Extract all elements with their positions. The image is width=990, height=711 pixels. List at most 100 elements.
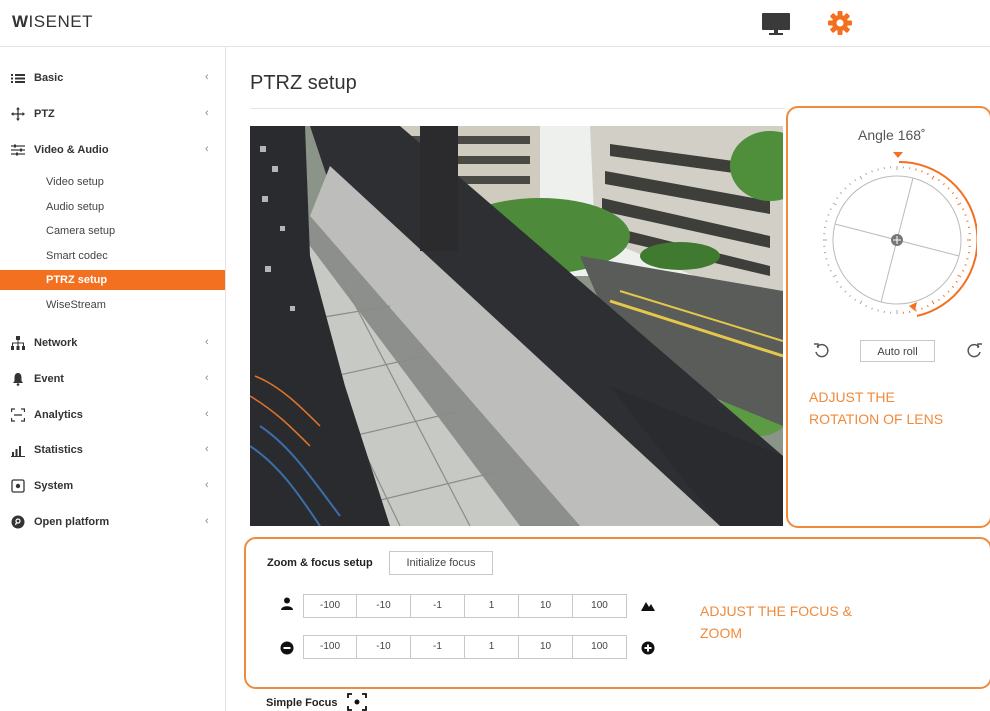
zoom-step-row: -100 -10 -1 1 10 100 (303, 594, 627, 618)
sub-item-camera-setup[interactable]: Camera setup (0, 221, 225, 241)
sidebar-item-basic[interactable]: Basic ‹ (0, 68, 225, 90)
sub-item-label: Audio setup (46, 201, 105, 213)
dial-tick (844, 187, 847, 190)
page-title: PTRZ setup (250, 72, 357, 94)
camera-video-view[interactable] (250, 126, 783, 526)
sidebar-item-ptz[interactable]: PTZ ‹ (0, 104, 225, 126)
dial-tick (839, 285, 843, 288)
dial-tick (931, 175, 935, 180)
focus-step-button[interactable]: 100 (573, 635, 627, 659)
zoom-step-button[interactable]: 1 (465, 594, 519, 618)
dial-tick (836, 197, 839, 200)
dial-tick (962, 208, 965, 211)
sidebar-item-label: System (34, 480, 74, 492)
dial-tick (957, 202, 962, 206)
list-icon (11, 74, 25, 83)
dial-tick (859, 300, 863, 305)
sub-item-smart-codec[interactable]: Smart codec (0, 246, 225, 266)
sidebar-item-analytics[interactable]: Analytics ‹ (0, 405, 225, 427)
chevron-left-icon: ‹ (205, 107, 209, 119)
sidebar: Basic ‹ PTZ ‹ Video & Audio ‹ Video setu… (0, 47, 226, 711)
dial-tick (955, 280, 958, 283)
chevron-left-icon: ‹ (205, 372, 209, 384)
dial-tick (865, 172, 868, 175)
dial-tick (849, 294, 852, 298)
rotation-dial[interactable] (817, 150, 977, 328)
dial-tick (951, 285, 955, 288)
sidebar-item-label: PTZ (34, 108, 55, 120)
rotation-annotation-text: ADJUST THE ROTATION OF LENS (809, 389, 944, 427)
sidebar-item-video-audio[interactable]: Video & Audio ‹ (0, 140, 225, 162)
sidebar-item-event[interactable]: Event ‹ (0, 369, 225, 391)
sidebar-item-statistics[interactable]: Statistics ‹ (0, 440, 225, 462)
sidebar-item-label: Basic (34, 72, 64, 84)
zoom-step-button[interactable]: 100 (573, 594, 627, 618)
dial-tick (827, 264, 830, 266)
focus-step-button[interactable]: -1 (411, 635, 465, 659)
dial-tick (951, 192, 955, 195)
focus-far-icon (641, 641, 655, 655)
dial-tick (829, 208, 832, 211)
dial-tick (827, 214, 830, 216)
chevron-left-icon: ‹ (205, 479, 209, 491)
dial-tick (839, 192, 843, 195)
gear-icon[interactable] (827, 10, 853, 36)
zoom-step-button[interactable]: 10 (519, 594, 573, 618)
dial-tick (829, 269, 832, 272)
logo-bold: W (12, 12, 29, 31)
rotate-right-icon[interactable] (967, 342, 983, 358)
sub-item-audio-setup[interactable]: Audio setup (0, 197, 225, 217)
sidebar-item-label: Video & Audio (34, 144, 109, 156)
dial-tick (871, 170, 873, 173)
sub-item-label: PTRZ setup (46, 274, 108, 286)
focus-step-button[interactable]: 10 (519, 635, 573, 659)
chevron-left-icon: ‹ (205, 71, 209, 83)
dial-tick (877, 168, 879, 171)
dial-tick (825, 258, 828, 260)
zoom-focus-annotation-text: ADJUST THE FOCUS & ZOOM (700, 603, 852, 641)
sidebar-item-system[interactable]: System ‹ (0, 476, 225, 498)
focus-step-button[interactable]: -100 (303, 635, 357, 659)
initialize-focus-button[interactable]: Initialize focus (389, 551, 493, 575)
zoom-step-button[interactable]: -10 (357, 594, 411, 618)
sub-item-wisestream[interactable]: WiseStream (0, 295, 225, 315)
dial-tick (937, 298, 940, 301)
dial-tick (825, 220, 828, 222)
sub-item-video-setup[interactable]: Video setup (0, 172, 225, 192)
zoom-step-button[interactable]: -1 (411, 594, 465, 618)
focus-step-button[interactable]: 1 (465, 635, 519, 659)
chevron-left-icon: ‹ (205, 408, 209, 420)
monitor-icon[interactable] (762, 13, 790, 35)
dial-tick (931, 300, 935, 305)
dial-tick (871, 307, 873, 310)
dial-tick (859, 175, 863, 180)
sub-item-ptrz-setup[interactable]: PTRZ setup (0, 270, 225, 290)
sidebar-item-network[interactable]: Network ‹ (0, 333, 225, 355)
rotate-left-icon[interactable] (813, 342, 829, 358)
dial-tick (921, 170, 923, 173)
dial-tick (915, 168, 917, 171)
simple-focus-icon[interactable] (347, 693, 367, 711)
dial-tick (832, 202, 837, 206)
focus-step-button[interactable]: -10 (357, 635, 411, 659)
dial-tick (926, 305, 929, 308)
dial-tick (955, 197, 958, 200)
sub-item-label: Smart codec (46, 250, 108, 262)
zoom-step-button[interactable]: -100 (303, 594, 357, 618)
sliders-icon (11, 144, 25, 156)
sidebar-item-label: Open platform (34, 516, 110, 528)
auto-roll-button[interactable]: Auto roll (860, 340, 935, 362)
dial-tick (942, 182, 945, 186)
bell-icon (13, 373, 23, 386)
logo-rest: ISENET (28, 12, 93, 31)
zoom-in-mountain-icon (641, 602, 655, 611)
zoom-out-person-icon (281, 597, 293, 610)
dial-tick (966, 220, 969, 222)
sidebar-item-open-platform[interactable]: Open platform ‹ (0, 512, 225, 534)
dial-tick (962, 269, 965, 272)
zoom-focus-label: Zoom & focus setup (267, 557, 373, 569)
dial-tick (915, 309, 917, 312)
sub-item-label: Video setup (46, 176, 104, 188)
wisenet-logo[interactable]: WISENET (12, 12, 93, 32)
chevron-left-icon: ‹ (205, 336, 209, 348)
